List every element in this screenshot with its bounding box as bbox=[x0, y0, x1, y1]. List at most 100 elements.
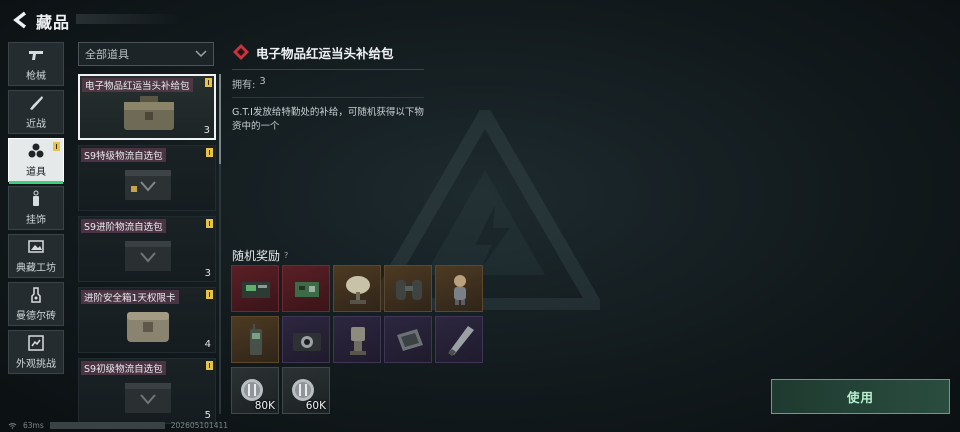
category-label: 外观挑战 bbox=[16, 359, 56, 370]
ping-value: 63ms bbox=[23, 420, 44, 430]
item-name: 电子物品红运当头补给包 bbox=[82, 78, 193, 92]
item-list: 电子物品红运当头补给包 3 S9特级物流自选包 S9进阶物流自选包 3 进阶安全… bbox=[78, 74, 216, 429]
category-label: 枪械 bbox=[26, 71, 46, 82]
use-button-label: 使用 bbox=[846, 390, 874, 405]
item-quantity: 3 bbox=[204, 268, 211, 279]
reward-amount: 60K bbox=[305, 400, 326, 412]
reward-tile[interactable]: 80K bbox=[231, 367, 279, 414]
charm-icon bbox=[33, 190, 39, 206]
list-item[interactable]: S9进阶物流自选包 3 bbox=[78, 216, 216, 282]
detail-title: 电子物品红运当头补给包 bbox=[256, 45, 394, 61]
detail-header: 电子物品红运当头补给包 bbox=[232, 42, 432, 62]
owned-label: 拥有: bbox=[232, 80, 256, 91]
rewards-heading: 随机奖励 ? bbox=[232, 247, 288, 264]
chevron-down-icon bbox=[195, 50, 207, 58]
list-item[interactable]: S9初级物流自选包 5 bbox=[78, 358, 216, 424]
item-name: 进阶安全箱1天权限卡 bbox=[81, 290, 179, 304]
wifi-icon bbox=[8, 422, 17, 429]
rarity-diamond-icon bbox=[233, 44, 249, 60]
reward-tile[interactable] bbox=[282, 316, 330, 363]
electronics-icon bbox=[242, 282, 270, 298]
category-melee[interactable]: 近战 bbox=[8, 90, 64, 134]
build-id: 202605101411 bbox=[170, 420, 229, 430]
circuit-board-icon bbox=[295, 282, 319, 297]
category-label: 曼德尔砖 bbox=[16, 311, 56, 322]
category-appearance-challenge[interactable]: 外观挑战 bbox=[8, 330, 64, 374]
category-bricks[interactable]: 曼德尔砖 bbox=[8, 282, 64, 326]
owned-count: 拥有: 3 bbox=[232, 76, 432, 91]
reward-tile[interactable] bbox=[435, 316, 483, 363]
new-badge-icon bbox=[206, 290, 213, 299]
category-guns[interactable]: 枪械 bbox=[8, 42, 64, 86]
knife-icon bbox=[30, 96, 43, 110]
item-name: S9进阶物流自选包 bbox=[81, 219, 166, 233]
list-item[interactable]: 电子物品红运当头补给包 3 bbox=[78, 74, 216, 140]
divider bbox=[232, 69, 424, 70]
logistics-pack-icon bbox=[125, 170, 171, 200]
logistics-pack-icon bbox=[125, 241, 171, 271]
category-label: 近战 bbox=[26, 119, 46, 130]
reward-amount: 80K bbox=[254, 400, 275, 412]
reward-tile[interactable] bbox=[231, 265, 279, 312]
reward-tile[interactable] bbox=[333, 265, 381, 312]
brick-icon bbox=[31, 287, 41, 303]
supply-case-icon bbox=[124, 96, 174, 130]
owned-value: 3 bbox=[259, 76, 266, 87]
device-icon bbox=[397, 329, 423, 351]
satellite-dish-icon bbox=[346, 276, 370, 304]
item-filter-dropdown[interactable]: 全部道具 bbox=[78, 42, 214, 66]
reward-tile[interactable] bbox=[333, 316, 381, 363]
rewards-title: 随机奖励 bbox=[232, 249, 281, 263]
page-title: 藏品 bbox=[36, 13, 71, 32]
item-name: S9特级物流自选包 bbox=[81, 148, 166, 162]
binoculars-icon bbox=[396, 280, 422, 300]
item-list-scrollbar[interactable] bbox=[219, 74, 221, 414]
category-label: 挂饰 bbox=[26, 215, 46, 226]
figurine-icon bbox=[454, 275, 466, 305]
category-label: 典藏工坊 bbox=[16, 263, 56, 274]
reward-tile[interactable] bbox=[384, 316, 432, 363]
detail-description: G.T.I发放给特勤处的补给，可随机获得以下物资中的一个 bbox=[232, 107, 424, 132]
reward-tile[interactable] bbox=[282, 265, 330, 312]
category-workshop[interactable]: 典藏工坊 bbox=[8, 234, 64, 278]
reward-tile[interactable] bbox=[231, 316, 279, 363]
gun-icon bbox=[29, 51, 43, 60]
back-arrow-icon bbox=[13, 11, 27, 29]
challenge-icon bbox=[28, 335, 44, 351]
category-sidebar: 枪械 近战 道具 挂饰 典藏工坊 曼德尔砖 外观挑战 bbox=[8, 42, 64, 378]
new-badge-icon bbox=[206, 361, 213, 370]
item-detail-panel: 电子物品红运当头补给包 拥有: 3 G.T.I发放给特勤处的补给，可随机获得以下… bbox=[232, 42, 432, 134]
camera-icon bbox=[293, 333, 321, 351]
new-badge-icon bbox=[53, 142, 60, 151]
logistics-pack-icon bbox=[125, 383, 171, 413]
help-icon[interactable]: ? bbox=[284, 251, 288, 260]
scrollbar-thumb[interactable] bbox=[219, 74, 221, 164]
redacted-info bbox=[49, 421, 165, 429]
use-button[interactable]: 使用 bbox=[771, 379, 950, 414]
title-decoration bbox=[76, 14, 181, 24]
statue-icon bbox=[350, 327, 366, 355]
filter-value: 全部道具 bbox=[85, 48, 129, 61]
category-items[interactable]: 道具 bbox=[8, 138, 64, 184]
divider bbox=[232, 97, 424, 98]
item-name: S9初级物流自选包 bbox=[81, 361, 166, 375]
reward-tile[interactable] bbox=[384, 265, 432, 312]
top-bar: 藏品 bbox=[0, 0, 960, 40]
new-badge-icon bbox=[205, 78, 212, 87]
back-button[interactable] bbox=[8, 8, 32, 32]
category-charms[interactable]: 挂饰 bbox=[8, 186, 64, 230]
item-quantity: 4 bbox=[204, 339, 211, 350]
reward-tile[interactable]: 60K bbox=[282, 367, 330, 414]
status-bar: 63ms 202605101411 bbox=[8, 419, 228, 431]
workshop-icon bbox=[28, 240, 44, 253]
new-badge-icon bbox=[206, 148, 213, 157]
category-label: 道具 bbox=[26, 167, 46, 178]
radio-icon bbox=[250, 324, 262, 355]
knife-blade-icon bbox=[448, 326, 474, 356]
list-item[interactable]: 进阶安全箱1天权限卡 4 bbox=[78, 287, 216, 353]
reward-tile[interactable] bbox=[435, 265, 483, 312]
safe-box-card-icon bbox=[127, 312, 169, 342]
list-item[interactable]: S9特级物流自选包 bbox=[78, 145, 216, 211]
items-icon bbox=[28, 143, 44, 158]
item-quantity: 3 bbox=[203, 125, 210, 136]
